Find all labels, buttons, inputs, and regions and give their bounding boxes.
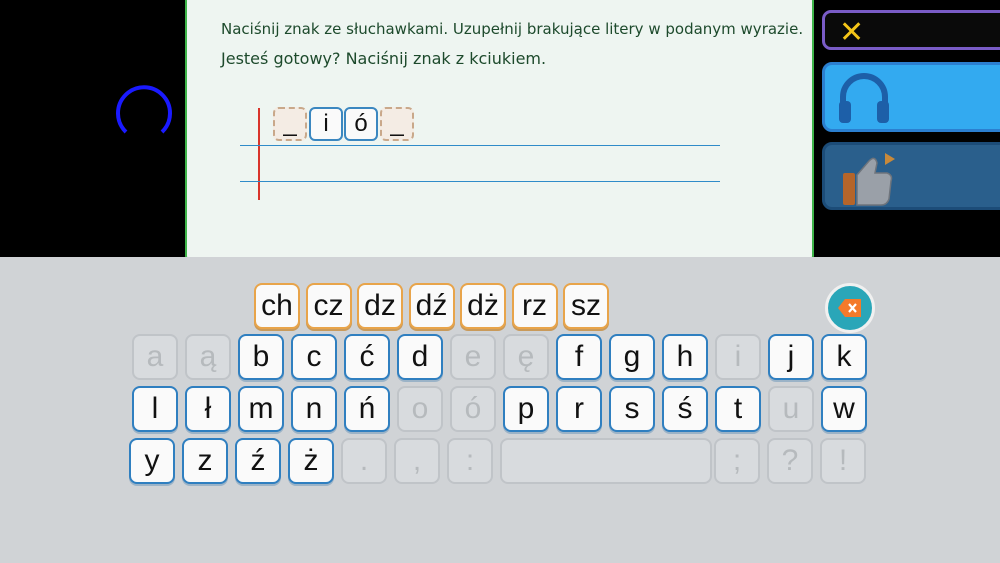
key-k[interactable]: k [821, 334, 867, 380]
key-f[interactable]: f [556, 334, 602, 380]
key-ą: ą [185, 334, 231, 380]
loading-spinner-icon [116, 85, 172, 134]
key-rz[interactable]: rz [511, 283, 558, 329]
key-a: a [132, 334, 178, 380]
letter-slot: ó [344, 107, 378, 141]
key-n[interactable]: n [291, 386, 337, 432]
close-button[interactable]: ✕ [822, 10, 1000, 50]
key-semicolon: ; [714, 438, 760, 484]
key-p[interactable]: p [503, 386, 549, 432]
key-cz[interactable]: cz [305, 283, 352, 329]
key-exclamation: ! [820, 438, 866, 484]
notebook-margin-line [258, 108, 260, 200]
confirm-button[interactable] [822, 142, 1000, 210]
key-o: o [397, 386, 443, 432]
key-colon: : [447, 438, 493, 484]
key-dź[interactable]: dź [408, 283, 455, 329]
blank-letter-slot[interactable]: _ [380, 107, 414, 141]
space-key [500, 438, 712, 484]
backspace-icon [838, 299, 861, 317]
key-ć[interactable]: ć [344, 334, 390, 380]
key-ę: ę [503, 334, 549, 380]
app-screen: Naciśnij znak ze słuchawkami. Uzupełnij … [0, 0, 1000, 563]
thumbs-up-icon [843, 153, 895, 206]
key-c[interactable]: c [291, 334, 337, 380]
key-u: u [768, 386, 814, 432]
headphones-icon [839, 73, 889, 123]
key-ch[interactable]: ch [254, 283, 300, 329]
key-d[interactable]: d [397, 334, 443, 380]
backspace-button[interactable] [825, 283, 875, 333]
key-y[interactable]: y [129, 438, 175, 484]
instruction-prompt: Jesteś gotowy? Naciśnij znak z kciukiem. [221, 49, 547, 68]
key-ź[interactable]: ź [235, 438, 281, 484]
key-dż[interactable]: dż [460, 283, 506, 329]
key-i: i [715, 334, 761, 380]
key-question: ? [767, 438, 813, 484]
key-m[interactable]: m [238, 386, 284, 432]
key-b[interactable]: b [238, 334, 284, 380]
key-g[interactable]: g [609, 334, 655, 380]
key-z[interactable]: z [182, 438, 228, 484]
play-audio-button[interactable] [822, 62, 1000, 132]
key-h[interactable]: h [662, 334, 708, 380]
letter-slot: i [309, 107, 343, 141]
close-icon: ✕ [839, 15, 865, 50]
key-s[interactable]: s [609, 386, 655, 432]
key-w[interactable]: w [821, 386, 867, 432]
key-t[interactable]: t [715, 386, 761, 432]
key-sz[interactable]: sz [563, 283, 609, 329]
key-ś[interactable]: ś [662, 386, 708, 432]
key-r[interactable]: r [556, 386, 602, 432]
instruction-text: Naciśnij znak ze słuchawkami. Uzupełnij … [221, 20, 804, 38]
key-l[interactable]: l [132, 386, 178, 432]
notebook-rule [240, 181, 720, 182]
key-comma: , [394, 438, 440, 484]
key-ó: ó [450, 386, 496, 432]
key-j[interactable]: j [768, 334, 814, 380]
key-period: . [341, 438, 387, 484]
key-ł[interactable]: ł [185, 386, 231, 432]
key-e: e [450, 334, 496, 380]
key-ż[interactable]: ż [288, 438, 334, 484]
blank-letter-slot[interactable]: _ [273, 107, 307, 141]
notebook-rule [240, 145, 720, 146]
key-dz[interactable]: dz [357, 283, 403, 329]
key-ń[interactable]: ń [344, 386, 390, 432]
